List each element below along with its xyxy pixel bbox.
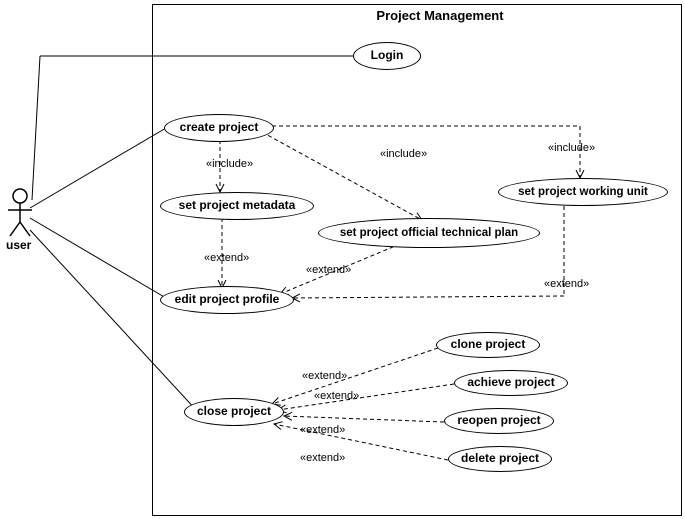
usecase-reopen-project: reopen project xyxy=(444,408,554,434)
uml-use-case-diagram: Project Management xyxy=(0,0,685,519)
usecase-delete-project: delete project xyxy=(448,446,552,472)
usecase-achieve-project: achieve project xyxy=(454,370,568,396)
usecase-close-project: close project xyxy=(184,398,284,426)
usecase-set-plan: set project official technical plan xyxy=(318,218,540,248)
system-title: Project Management xyxy=(350,8,530,23)
actor-label: user xyxy=(6,238,31,252)
system-boundary xyxy=(152,4,682,516)
usecase-edit-profile: edit project profile xyxy=(160,286,294,314)
usecase-set-unit: set project working unit xyxy=(498,178,668,206)
usecase-create-project: create project xyxy=(164,114,274,142)
usecase-set-metadata: set project metadata xyxy=(160,192,314,220)
usecase-login: Login xyxy=(353,42,421,70)
usecase-clone-project: clone project xyxy=(436,332,540,358)
